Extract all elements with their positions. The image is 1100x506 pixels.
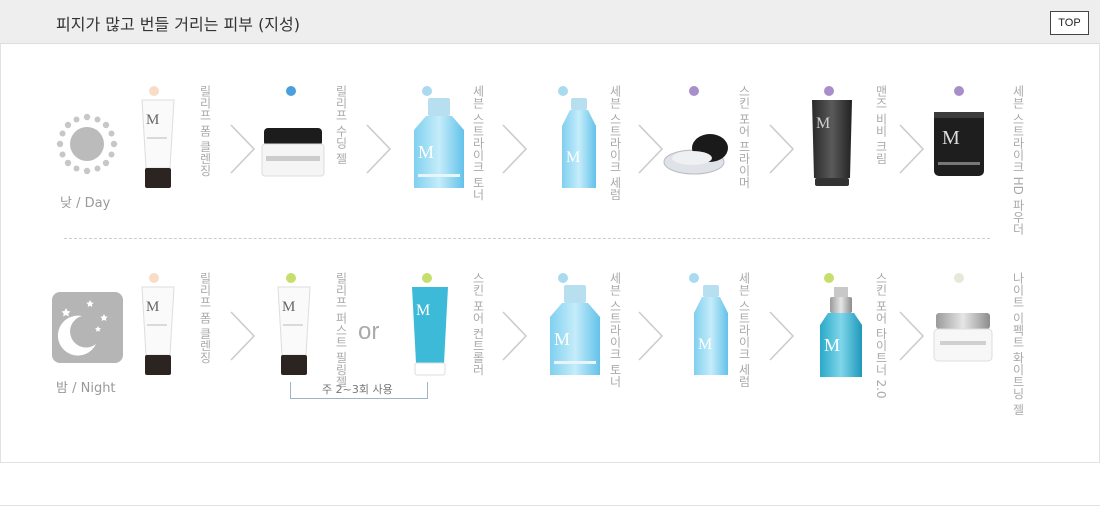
svg-text:M: M	[816, 115, 830, 132]
day-step-1-label[interactable]: 릴리프 폼 클렌징	[197, 85, 214, 177]
pore-controller-tube-image[interactable]: M	[404, 285, 474, 385]
night-step-4-label[interactable]: 세븐 스트라이크 토너	[607, 272, 624, 388]
toner-bottle-image[interactable]: M	[404, 98, 474, 198]
moon-icon	[52, 292, 123, 363]
day-label: 낮 / Day	[60, 196, 111, 211]
serum-bottle-image[interactable]: M	[544, 98, 614, 198]
hd-powder-jar-image[interactable]: M	[930, 98, 1000, 198]
step-arrow-icon	[899, 311, 925, 361]
day-step-4-dot	[558, 86, 568, 96]
night-step-2-label[interactable]: 릴리프 퍼스트 필링젤	[333, 272, 350, 388]
day-step-2-label[interactable]: 릴리프 수딩 젤	[333, 85, 350, 165]
svg-text:M: M	[418, 142, 434, 162]
top-button[interactable]: TOP	[1050, 11, 1089, 35]
step-arrow-icon	[899, 124, 925, 174]
night-step-5-label[interactable]: 세븐 스트라이크 세럼	[736, 272, 753, 388]
svg-text:M: M	[146, 112, 159, 128]
peeling-gel-tube-image[interactable]: M	[268, 285, 338, 385]
night-label: 밤 / Night	[56, 381, 116, 396]
day-step-6-dot	[824, 86, 834, 96]
step-arrow-icon	[769, 311, 795, 361]
foam-cleanser-tube-image[interactable]: M	[132, 285, 202, 385]
step-arrow-icon	[638, 311, 664, 361]
step-arrow-icon	[502, 124, 528, 174]
sun-icon	[56, 113, 118, 175]
foam-cleanser-tube-image[interactable]: M	[132, 98, 202, 198]
page-header: 피지가 많고 번들 거리는 피부 (지성) TOP	[0, 0, 1100, 44]
night-step-7-label[interactable]: 나이트 이펙트 화이트닝 젤	[1010, 272, 1027, 415]
day-step-1-dot	[149, 86, 159, 96]
day-step-7-label[interactable]: 세븐 스트라이크 HD 파우더	[1010, 85, 1027, 235]
day-step-5-label[interactable]: 스킨 포어 프라이머	[736, 85, 753, 189]
step-arrow-icon	[230, 124, 256, 174]
bb-cream-tube-image[interactable]: M	[806, 98, 876, 198]
day-step-6-label[interactable]: 맨즈 비비 크림	[873, 85, 890, 165]
svg-text:M: M	[146, 299, 159, 315]
night-step-2-dot	[286, 273, 296, 283]
day-step-3-dot	[422, 86, 432, 96]
day-step-4-label[interactable]: 세븐 스트라이크 세럼	[607, 85, 624, 201]
night-step-5-dot	[689, 273, 699, 283]
svg-text:M: M	[942, 127, 960, 149]
pore-primer-compact-image[interactable]	[662, 98, 732, 198]
step-arrow-icon	[638, 124, 664, 174]
step-arrow-icon	[230, 311, 256, 361]
day-step-3-label[interactable]: 세븐 스트라이크 토너	[470, 85, 487, 201]
night-step-1-dot	[149, 273, 159, 283]
svg-text:M: M	[282, 299, 295, 315]
pore-tightener-pump-image[interactable]: M	[806, 285, 876, 385]
svg-text:M: M	[566, 149, 580, 166]
soothing-gel-jar-image[interactable]	[258, 98, 328, 198]
svg-text:M: M	[698, 336, 712, 353]
night-step-3-dot	[422, 273, 432, 283]
svg-text:M: M	[824, 335, 840, 355]
or-separator: or	[358, 318, 380, 345]
day-step-2-dot	[286, 86, 296, 96]
day-step-7-dot	[954, 86, 964, 96]
step-arrow-icon	[769, 124, 795, 174]
toner-bottle-image[interactable]: M	[540, 285, 610, 385]
day-night-divider	[64, 238, 990, 239]
night-step-4-dot	[558, 273, 568, 283]
svg-text:M: M	[554, 329, 570, 349]
svg-text:M: M	[416, 302, 430, 319]
step-arrow-icon	[366, 124, 392, 174]
night-step-6-label[interactable]: 스킨 포어 타이트너 2.0	[873, 272, 890, 399]
night-step-3-label[interactable]: 스킨 포어 컨트롤러	[470, 272, 487, 376]
night-step-7-dot	[954, 273, 964, 283]
step-arrow-icon	[502, 311, 528, 361]
page-title: 피지가 많고 번들 거리는 피부 (지성)	[56, 15, 300, 34]
whitening-gel-jar-image[interactable]	[928, 285, 998, 385]
night-step-1-label[interactable]: 릴리프 폼 클렌징	[197, 272, 214, 364]
night-step-6-dot	[824, 273, 834, 283]
day-step-5-dot	[689, 86, 699, 96]
